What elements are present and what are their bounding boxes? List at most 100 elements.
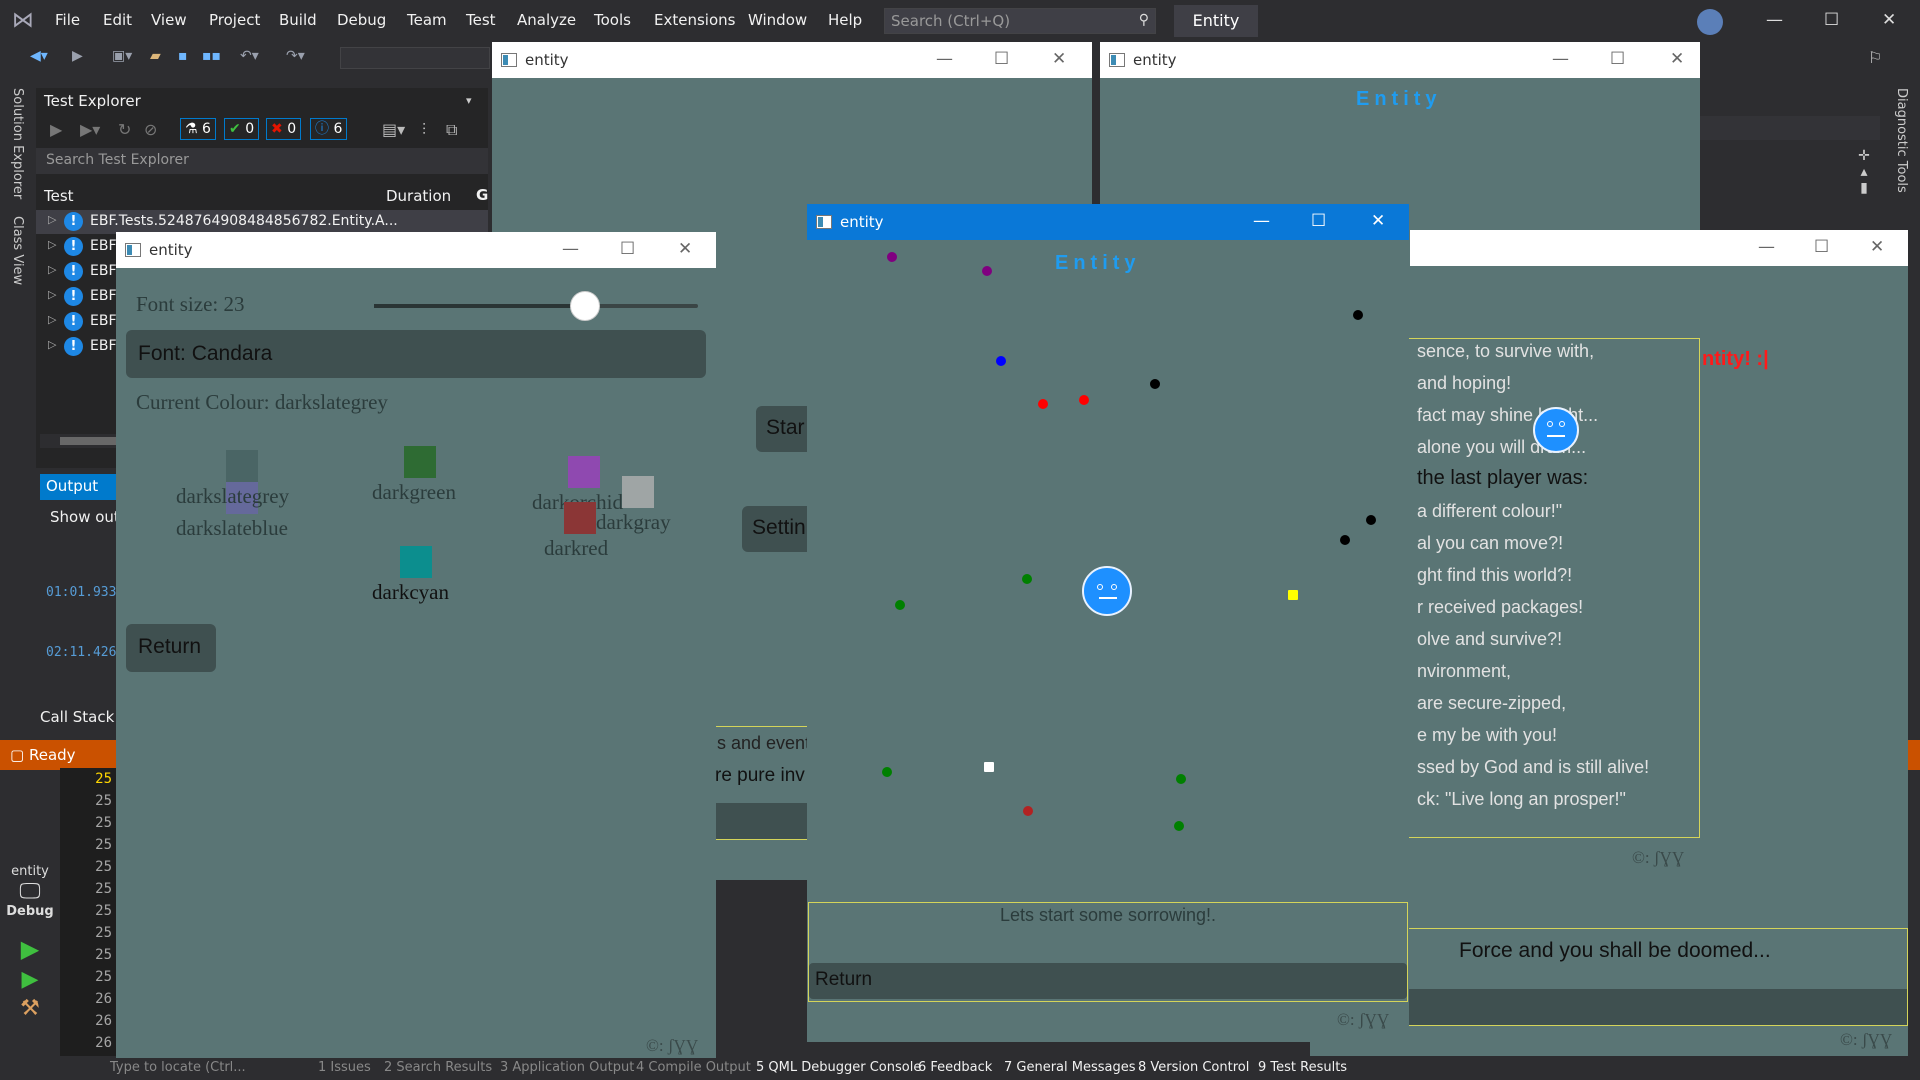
swatch-darkred[interactable] bbox=[564, 502, 596, 534]
collapse-icon[interactable]: ⧉ bbox=[446, 120, 457, 140]
swatch-label-darkslateblue[interactable]: darkslateblue bbox=[176, 516, 288, 541]
menu-project[interactable]: Project bbox=[209, 11, 260, 29]
menu-tools[interactable]: Tools bbox=[594, 11, 631, 29]
close-icon[interactable]: ✕ bbox=[678, 239, 692, 259]
menu-build[interactable]: Build bbox=[279, 11, 317, 29]
solution-explorer-tab[interactable]: Solution Explorer bbox=[10, 88, 25, 199]
panel-dropdown-icon[interactable]: ▾ bbox=[466, 94, 472, 107]
window-titlebar[interactable]: entity — ☐ ✕ bbox=[807, 204, 1409, 240]
swatch-label-darkslategrey[interactable]: darkslategrey bbox=[176, 484, 289, 509]
account-avatar[interactable] bbox=[1697, 9, 1723, 35]
close-icon[interactable]: ✕ bbox=[1052, 49, 1066, 69]
save-all-icon[interactable]: ▪▪ bbox=[202, 48, 221, 64]
expand-icon[interactable]: ▷ bbox=[48, 238, 56, 251]
minimize-icon[interactable]: — bbox=[1552, 49, 1569, 69]
minimize-icon[interactable]: — bbox=[1253, 211, 1270, 231]
redo-icon[interactable]: ↷▾ bbox=[286, 48, 305, 64]
vs-minimize-icon[interactable]: — bbox=[1766, 10, 1783, 30]
menu-analyze[interactable]: Analyze bbox=[517, 11, 576, 29]
configuration-dropdown[interactable] bbox=[340, 47, 490, 69]
menu-team[interactable]: Team bbox=[407, 11, 447, 29]
swatch-darkgray[interactable] bbox=[622, 476, 654, 508]
maximize-icon[interactable]: ☐ bbox=[994, 49, 1009, 69]
search-icon[interactable]: ⚲ bbox=[1139, 12, 1149, 28]
maximize-icon[interactable]: ☐ bbox=[620, 239, 635, 259]
window-titlebar[interactable]: entity — ☐ ✕ bbox=[116, 232, 716, 268]
window-titlebar[interactable]: entity — ☐ ✕ bbox=[1100, 42, 1700, 78]
diagnostic-tools-tab[interactable]: Diagnostic Tools bbox=[1894, 88, 1909, 193]
monitor-icon[interactable]: 🖵 bbox=[0, 879, 60, 904]
swatch-label-darkgreen[interactable]: darkgreen bbox=[372, 480, 456, 505]
menu-debug[interactable]: Debug bbox=[337, 11, 386, 29]
close-icon[interactable]: ✕ bbox=[1870, 237, 1884, 257]
playlist-icon[interactable]: ▤▾ bbox=[382, 120, 405, 139]
tab-qml-debugger-console[interactable]: 5 QML Debugger Console bbox=[756, 1060, 921, 1075]
menu-help[interactable]: Help bbox=[828, 11, 862, 29]
open-folder-icon[interactable]: ▰ bbox=[150, 48, 161, 64]
swatch-darkslategrey[interactable] bbox=[226, 450, 258, 482]
return-button[interactable]: Return bbox=[809, 963, 1407, 999]
tab-test-results[interactable]: 9 Test Results bbox=[1258, 1060, 1347, 1075]
expand-icon[interactable]: ▷ bbox=[48, 263, 56, 276]
save-icon[interactable]: ▪ bbox=[178, 48, 188, 64]
tab-search-results[interactable]: 2 Search Results bbox=[384, 1060, 492, 1075]
menu-edit[interactable]: Edit bbox=[103, 11, 132, 29]
undo-icon[interactable]: ↶▾ bbox=[240, 48, 259, 64]
expand-icon[interactable]: ▷ bbox=[48, 338, 56, 351]
maximize-icon[interactable]: ☐ bbox=[1610, 49, 1625, 69]
player-face-icon[interactable] bbox=[1082, 566, 1132, 616]
tab-compile-output[interactable]: 4 Compile Output bbox=[636, 1060, 751, 1075]
expand-icon[interactable]: ▷ bbox=[48, 313, 56, 326]
column-g[interactable]: G bbox=[476, 186, 488, 204]
font-size-slider[interactable] bbox=[374, 291, 698, 321]
run-icon[interactable]: ▶▾ bbox=[80, 120, 100, 139]
minimize-icon[interactable]: — bbox=[936, 49, 953, 69]
close-icon[interactable]: ✕ bbox=[1670, 49, 1684, 69]
not-run-tests-badge[interactable]: ⓘ 6 bbox=[310, 118, 348, 140]
menu-file[interactable]: File bbox=[55, 11, 80, 29]
total-tests-badge[interactable]: ⚗ 6 bbox=[180, 118, 216, 140]
minimize-icon[interactable]: — bbox=[1758, 237, 1775, 257]
properties-dropdown[interactable] bbox=[1700, 116, 1880, 140]
close-icon[interactable]: ✕ bbox=[1371, 211, 1385, 231]
font-selector-button[interactable]: Font: Candara bbox=[126, 330, 706, 378]
failed-tests-badge[interactable]: ✖ 0 bbox=[266, 118, 302, 140]
back-arrow-icon[interactable]: ◀▾ bbox=[30, 48, 48, 64]
run-icon[interactable]: ▶ bbox=[0, 935, 60, 963]
build-hammer-icon[interactable]: ⚒ bbox=[0, 996, 60, 1021]
vs-search-input[interactable]: Search (Ctrl+Q) ⚲ bbox=[884, 8, 1156, 34]
maximize-icon[interactable]: ☐ bbox=[1311, 211, 1326, 231]
tab-general-messages[interactable]: 7 General Messages bbox=[1004, 1060, 1136, 1075]
vs-maximize-icon[interactable]: ☐ bbox=[1824, 10, 1839, 30]
menu-window[interactable]: Window bbox=[748, 11, 807, 29]
minimize-icon[interactable]: — bbox=[562, 239, 579, 259]
swatch-label-darkred[interactable]: darkred bbox=[544, 536, 608, 561]
passed-tests-badge[interactable]: ✔ 0 bbox=[224, 118, 260, 140]
swatch-darkcyan[interactable] bbox=[400, 546, 432, 578]
debug-run-icon[interactable]: ▶ bbox=[0, 967, 60, 992]
vs-close-icon[interactable]: ✕ bbox=[1882, 10, 1896, 30]
slider-handle[interactable] bbox=[570, 291, 600, 321]
tab-application-output[interactable]: 3 Application Output bbox=[500, 1060, 634, 1075]
run-all-icon[interactable]: ▶ bbox=[50, 120, 62, 139]
swatch-label-darkcyan[interactable]: darkcyan bbox=[372, 580, 449, 605]
test-row[interactable]: ▷! EBF.Tests.5248764908484856782.Entity.A… bbox=[36, 210, 488, 234]
feedback-icon[interactable]: ⚐ bbox=[1868, 48, 1882, 67]
repeat-run-icon[interactable]: ↻ bbox=[118, 120, 131, 139]
test-explorer-search-input[interactable]: Search Test Explorer bbox=[36, 148, 488, 174]
output-tab[interactable]: Output bbox=[40, 474, 116, 500]
group-by-icon[interactable]: ⫶ bbox=[422, 120, 426, 140]
menu-view[interactable]: View bbox=[151, 11, 187, 29]
maximize-icon[interactable]: ☐ bbox=[1814, 237, 1829, 257]
cancel-run-icon[interactable]: ⊘ bbox=[144, 120, 157, 139]
tab-issues[interactable]: 1 Issues bbox=[318, 1060, 371, 1075]
return-button[interactable]: Return bbox=[126, 624, 216, 672]
expand-icon[interactable]: ▷ bbox=[48, 213, 56, 226]
swatch-darkgreen[interactable] bbox=[404, 446, 436, 478]
class-view-tab[interactable]: Class View bbox=[10, 216, 25, 285]
menu-test[interactable]: Test bbox=[466, 11, 496, 29]
swatch-darkorchid[interactable] bbox=[568, 456, 600, 488]
locator-input[interactable]: Type to locate (Ctrl... bbox=[110, 1060, 246, 1075]
swatch-label-darkgray[interactable]: darkgray bbox=[596, 510, 671, 535]
tab-feedback[interactable]: 6 Feedback bbox=[918, 1060, 992, 1075]
